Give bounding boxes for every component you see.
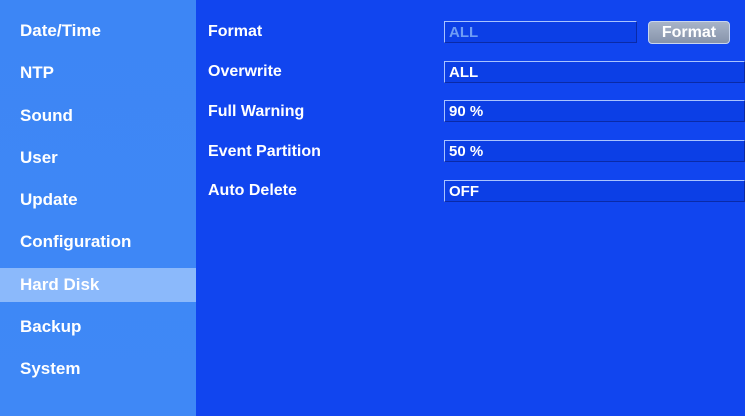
auto-delete-label: Auto Delete (208, 182, 297, 199)
overwrite-label: Overwrite (208, 63, 282, 80)
event-partition-label: Event Partition (208, 143, 321, 160)
auto-delete-select[interactable]: OFF (444, 180, 745, 202)
format-label: Format (208, 23, 263, 40)
sidebar-item-backup[interactable]: Backup (0, 310, 196, 344)
format-select: ALL (444, 21, 637, 43)
settings-sidebar: Date/Time NTP Sound User Update Configur… (0, 0, 196, 416)
overwrite-select[interactable]: ALL (444, 61, 745, 83)
sidebar-item-sound[interactable]: Sound (0, 99, 196, 133)
sidebar-item-configuration[interactable]: Configuration (0, 225, 196, 259)
sidebar-item-hard-disk[interactable]: Hard Disk (0, 268, 196, 302)
sidebar-item-update[interactable]: Update (0, 183, 196, 217)
hard-disk-panel: Format ALL Format Overwrite ALL Full War… (196, 0, 745, 416)
sidebar-item-user[interactable]: User (0, 141, 196, 175)
sidebar-item-ntp[interactable]: NTP (0, 56, 196, 90)
full-warning-select[interactable]: 90 % (444, 100, 745, 122)
sidebar-item-system[interactable]: System (0, 352, 196, 386)
sidebar-item-date-time[interactable]: Date/Time (0, 14, 196, 48)
event-partition-select[interactable]: 50 % (444, 140, 745, 162)
settings-screen: Date/Time NTP Sound User Update Configur… (0, 0, 745, 416)
format-button[interactable]: Format (648, 21, 730, 44)
full-warning-label: Full Warning (208, 103, 305, 120)
